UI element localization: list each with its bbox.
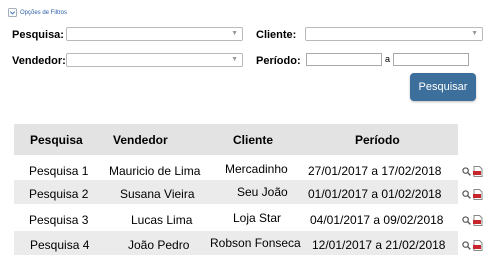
magnifier-icon[interactable] <box>462 216 471 225</box>
periodo-separator: a <box>385 54 391 64</box>
filter-options-toggle[interactable]: Opções de Filtros <box>8 8 67 17</box>
cell-periodo: 12/01/2017 a 21/02/2018 <box>312 238 446 252</box>
filter-options-icon <box>8 8 17 17</box>
header-cliente: Cliente <box>233 133 274 147</box>
header-pesquisa: Pesquisa <box>30 133 83 147</box>
pesquisa-label: Pesquisa: <box>12 29 64 41</box>
cell-periodo: 04/01/2017 a 09/02/2018 <box>310 213 444 227</box>
pdf-icon[interactable] <box>473 166 483 177</box>
pesquisa-select[interactable]: ▼ <box>66 27 243 41</box>
row-actions <box>462 215 483 226</box>
magnifier-icon[interactable] <box>462 241 471 250</box>
cell-vendedor: Susana Vieira <box>120 187 195 201</box>
cell-pesquisa: Pesquisa 2 <box>29 187 89 201</box>
cell-pesquisa: Pesquisa 4 <box>30 238 90 252</box>
pdf-icon[interactable] <box>473 215 483 226</box>
chevron-down-icon: ▼ <box>231 30 238 37</box>
cell-pesquisa: Pesquisa 3 <box>29 213 89 227</box>
cell-cliente: Seu João <box>237 185 288 199</box>
periodo-end-input[interactable] <box>393 53 469 66</box>
cell-vendedor: Mauricio de Lima <box>109 164 201 178</box>
cell-periodo: 01/01/2017 a 01/02/2018 <box>308 187 442 201</box>
cell-vendedor: João Pedro <box>128 238 190 252</box>
cliente-label: Cliente: <box>256 29 297 41</box>
cell-cliente: Robson Fonseca <box>210 236 301 250</box>
cell-vendedor: Lucas Lima <box>131 213 193 227</box>
search-button[interactable]: Pesquisar <box>410 73 476 101</box>
cell-periodo: 27/01/2017 a 17/02/2018 <box>308 164 442 178</box>
vendedor-label: Vendedor: <box>12 55 66 67</box>
periodo-label: Período: <box>256 55 301 67</box>
chevron-down-icon: ▼ <box>231 56 238 63</box>
header-periodo: Período <box>355 133 400 147</box>
magnifier-icon[interactable] <box>462 167 471 176</box>
cliente-select[interactable]: ▼ <box>305 27 483 41</box>
pdf-icon[interactable] <box>473 189 483 200</box>
cell-cliente: Loja Star <box>233 211 282 225</box>
cell-pesquisa: Pesquisa 1 <box>29 164 89 178</box>
pdf-icon[interactable] <box>473 240 483 251</box>
cell-cliente: Mercadinho <box>225 162 288 176</box>
filter-options-label: Opções de Filtros <box>20 9 68 16</box>
periodo-start-input[interactable] <box>306 53 382 66</box>
row-actions <box>462 240 483 251</box>
row-actions <box>462 166 483 177</box>
row-actions <box>462 189 483 200</box>
vendedor-select[interactable]: ▼ <box>66 53 243 67</box>
magnifier-icon[interactable] <box>462 190 471 199</box>
header-vendedor: Vendedor <box>113 133 168 147</box>
chevron-down-icon: ▼ <box>471 30 478 37</box>
